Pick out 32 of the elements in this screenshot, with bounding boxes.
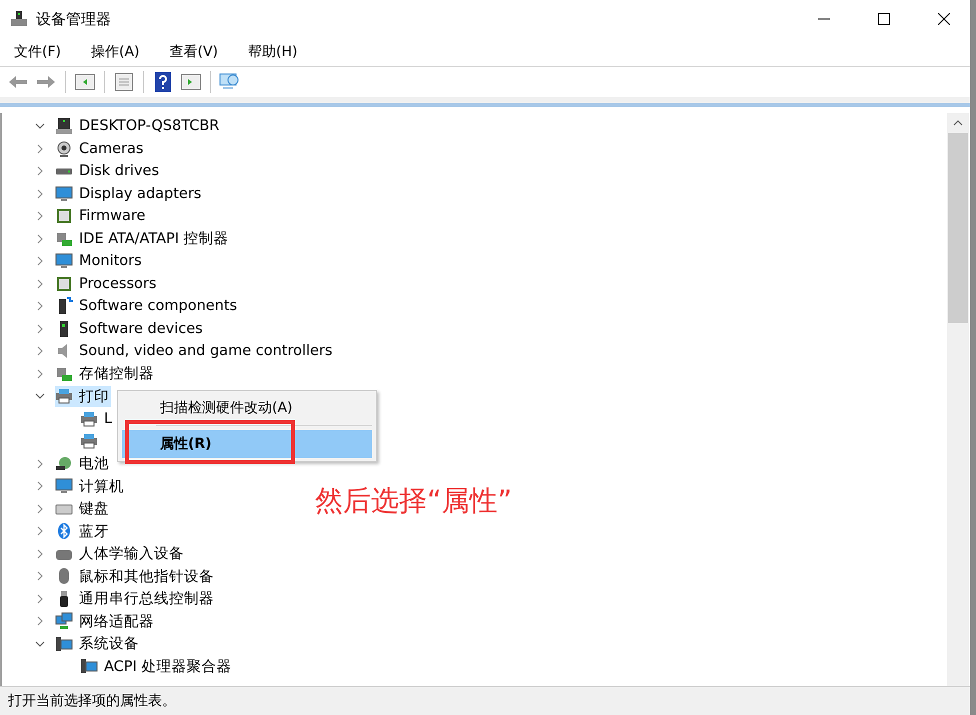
tree-item[interactable]: 人体学输入设备 bbox=[77, 543, 186, 564]
annotation-text: 然后选择“属性” bbox=[315, 483, 512, 519]
status-text: 打开当前选择项的属性表。 bbox=[8, 692, 176, 710]
tree-item[interactable]: ACPI 处理器聚合器 bbox=[102, 656, 234, 677]
tree-item[interactable]: 鼠标和其他指针设备 bbox=[77, 566, 216, 587]
tree-item[interactable]: L bbox=[102, 410, 114, 428]
tree-item[interactable]: 键盘 bbox=[77, 498, 111, 520]
tree-item[interactable]: Sound, video and game controllers bbox=[77, 342, 334, 360]
tree-item[interactable]: Processors bbox=[77, 274, 158, 293]
tree-item[interactable]: Monitors bbox=[77, 252, 144, 270]
context-menu-item[interactable]: 扫描检测硬件改动(A) bbox=[122, 394, 372, 422]
context-menu-item[interactable]: 属性(R) bbox=[122, 430, 372, 458]
tree-item[interactable]: 电池 bbox=[77, 453, 111, 474]
tree-item[interactable]: Software components bbox=[77, 297, 240, 316]
menu-item[interactable]: 操作(A) bbox=[82, 43, 148, 61]
tree-item[interactable]: IDE ATA/ATAPI 控制器 bbox=[77, 228, 231, 250]
tree-item[interactable]: Firmware bbox=[77, 207, 148, 226]
tree-item[interactable]: 通用串行总线控制器 bbox=[77, 588, 216, 610]
menu-item[interactable]: 文件(F) bbox=[6, 43, 69, 61]
tree-item[interactable]: Software devices bbox=[77, 320, 205, 338]
tree-item[interactable]: 存储控制器 bbox=[77, 363, 156, 384]
tree-item[interactable]: 计算机 bbox=[77, 476, 126, 497]
window-title: 设备管理器 bbox=[36, 10, 112, 28]
tree-item[interactable]: 系统设备 bbox=[77, 633, 141, 654]
tree-item[interactable]: 蓝牙 bbox=[77, 520, 111, 542]
menu-item[interactable]: 帮助(H) bbox=[240, 43, 306, 61]
tree-item[interactable]: Disk drives bbox=[77, 162, 162, 180]
menu-item[interactable]: 查看(V) bbox=[162, 43, 226, 61]
tree-item[interactable]: 网络适配器 bbox=[77, 610, 156, 632]
tree-item[interactable]: DESKTOP-QS8TCBR bbox=[77, 117, 222, 136]
tree-item[interactable]: Cameras bbox=[77, 140, 146, 158]
tree-item[interactable]: Display adapters bbox=[77, 184, 204, 203]
